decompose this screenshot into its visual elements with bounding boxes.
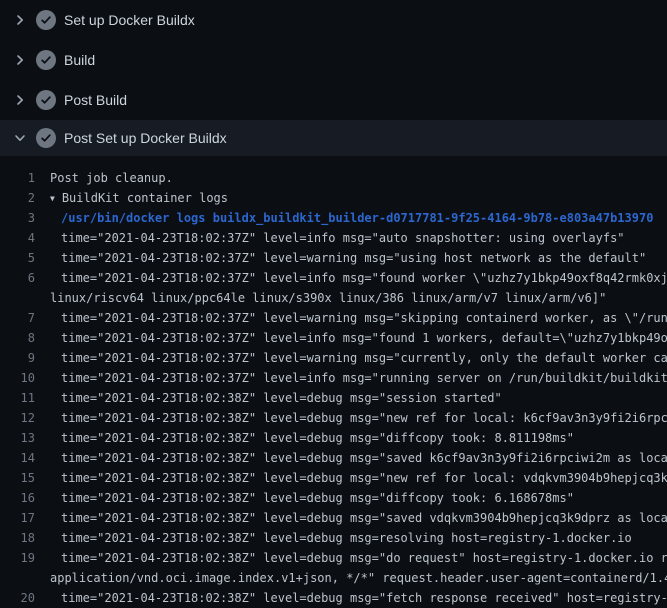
log-text: time="2021-04-23T18:02:38Z" level=debug …: [35, 468, 667, 488]
log-text: application/vnd.oci.image.index.v1+json,…: [35, 568, 667, 588]
log-row: 14 time="2021-04-23T18:02:38Z" level=deb…: [0, 448, 667, 468]
line-number[interactable]: 2: [0, 188, 35, 208]
log-row: 3 /usr/bin/docker logs buildx_buildkit_b…: [0, 208, 667, 228]
line-number[interactable]: 16: [0, 488, 35, 508]
log-row: 16 time="2021-04-23T18:02:38Z" level=deb…: [0, 488, 667, 508]
line-number[interactable]: 8: [0, 328, 35, 348]
log-text: time="2021-04-23T18:02:37Z" level=info m…: [35, 368, 667, 388]
check-circle-icon: [36, 90, 56, 110]
log-row: 17 time="2021-04-23T18:02:38Z" level=deb…: [0, 508, 667, 528]
log-row: 11 time="2021-04-23T18:02:38Z" level=deb…: [0, 388, 667, 408]
line-number[interactable]: 5: [0, 248, 35, 268]
log-text: time="2021-04-23T18:02:38Z" level=debug …: [35, 528, 632, 548]
chevron-right-icon: [12, 52, 28, 68]
log-row: 15 time="2021-04-23T18:02:38Z" level=deb…: [0, 468, 667, 488]
line-number[interactable]: 17: [0, 508, 35, 528]
log-text: ▼ BuildKit container logs: [35, 188, 228, 208]
log-row: 4 time="2021-04-23T18:02:37Z" level=info…: [0, 228, 667, 248]
step-row-build[interactable]: Build: [0, 40, 667, 80]
log-row: 5 time="2021-04-23T18:02:37Z" level=warn…: [0, 248, 667, 268]
log-row: 13 time="2021-04-23T18:02:38Z" level=deb…: [0, 428, 667, 448]
log-text: time="2021-04-23T18:02:38Z" level=debug …: [35, 388, 502, 408]
step-label: Build: [64, 50, 95, 70]
check-circle-icon: [36, 128, 56, 148]
log-row: 9 time="2021-04-23T18:02:37Z" level=warn…: [0, 348, 667, 368]
log-row: 19 time="2021-04-23T18:02:38Z" level=deb…: [0, 548, 667, 568]
log-row: application/vnd.oci.image.index.v1+json,…: [0, 568, 667, 588]
step-label: Post Build: [64, 90, 127, 110]
line-number[interactable]: 11: [0, 388, 35, 408]
log-row: linux/riscv64 linux/ppc64le linux/s390x …: [0, 288, 667, 308]
log-row: 8 time="2021-04-23T18:02:37Z" level=info…: [0, 328, 667, 348]
command-text: /usr/bin/docker logs buildx_buildkit_bui…: [35, 208, 653, 228]
group-label: BuildKit container logs: [62, 191, 228, 205]
log-row: 1 Post job cleanup.: [0, 168, 667, 188]
log-row: 6 time="2021-04-23T18:02:37Z" level=info…: [0, 268, 667, 288]
log-text: time="2021-04-23T18:02:37Z" level=info m…: [35, 228, 625, 248]
log-text: time="2021-04-23T18:02:37Z" level=warnin…: [35, 348, 667, 368]
log-text: time="2021-04-23T18:02:38Z" level=debug …: [35, 508, 667, 528]
log-text: time="2021-04-23T18:02:37Z" level=warnin…: [35, 248, 646, 268]
step-row-post-build[interactable]: Post Build: [0, 80, 667, 120]
check-circle-icon: [36, 10, 56, 30]
log-text: linux/riscv64 linux/ppc64le linux/s390x …: [35, 288, 606, 308]
log-row: 18 time="2021-04-23T18:02:38Z" level=deb…: [0, 528, 667, 548]
line-number[interactable]: 12: [0, 408, 35, 428]
log-text: time="2021-04-23T18:02:38Z" level=debug …: [35, 588, 667, 608]
chevron-down-icon: [12, 130, 28, 146]
step-label: Set up Docker Buildx: [64, 10, 195, 30]
line-number[interactable]: 7: [0, 308, 35, 328]
step-row-set-up-docker-buildx[interactable]: Set up Docker Buildx: [0, 0, 667, 40]
line-number[interactable]: 9: [0, 348, 35, 368]
log-text: time="2021-04-23T18:02:38Z" level=debug …: [35, 488, 574, 508]
log-group-row[interactable]: 2 ▼ BuildKit container logs: [0, 188, 667, 208]
line-number[interactable]: 10: [0, 368, 35, 388]
step-row-post-set-up-docker-buildx[interactable]: Post Set up Docker Buildx: [0, 120, 667, 156]
log-viewer[interactable]: 1 Post job cleanup. 2 ▼ BuildKit containe…: [0, 156, 667, 608]
triangle-down-icon: ▼: [50, 189, 55, 208]
step-label: Post Set up Docker Buildx: [64, 128, 227, 148]
log-row: 7 time="2021-04-23T18:02:37Z" level=warn…: [0, 308, 667, 328]
log-text: Post job cleanup.: [35, 168, 173, 188]
chevron-right-icon: [12, 92, 28, 108]
line-number[interactable]: [0, 568, 35, 588]
line-number[interactable]: 15: [0, 468, 35, 488]
line-number[interactable]: 4: [0, 228, 35, 248]
log-row: 12 time="2021-04-23T18:02:38Z" level=deb…: [0, 408, 667, 428]
log-text: time="2021-04-23T18:02:38Z" level=debug …: [35, 448, 667, 468]
log-text: time="2021-04-23T18:02:37Z" level=info m…: [35, 268, 667, 288]
log-row: 20 time="2021-04-23T18:02:38Z" level=deb…: [0, 588, 667, 608]
line-number[interactable]: 13: [0, 428, 35, 448]
line-number[interactable]: 19: [0, 548, 35, 568]
log-text: time="2021-04-23T18:02:37Z" level=info m…: [35, 328, 667, 348]
check-circle-icon: [36, 50, 56, 70]
line-number[interactable]: [0, 288, 35, 308]
line-number[interactable]: 1: [0, 168, 35, 188]
line-number[interactable]: 3: [0, 208, 35, 228]
line-number[interactable]: 6: [0, 268, 35, 288]
log-text: time="2021-04-23T18:02:37Z" level=warnin…: [35, 308, 667, 328]
line-number[interactable]: 20: [0, 588, 35, 608]
steps-list: Set up Docker Buildx Build Post Build: [0, 0, 667, 156]
line-number[interactable]: 18: [0, 528, 35, 548]
chevron-right-icon: [12, 12, 28, 28]
log-text: time="2021-04-23T18:02:38Z" level=debug …: [35, 548, 667, 568]
log-row: 10 time="2021-04-23T18:02:37Z" level=inf…: [0, 368, 667, 388]
log-text: time="2021-04-23T18:02:38Z" level=debug …: [35, 408, 667, 428]
log-text: time="2021-04-23T18:02:38Z" level=debug …: [35, 428, 574, 448]
line-number[interactable]: 14: [0, 448, 35, 468]
